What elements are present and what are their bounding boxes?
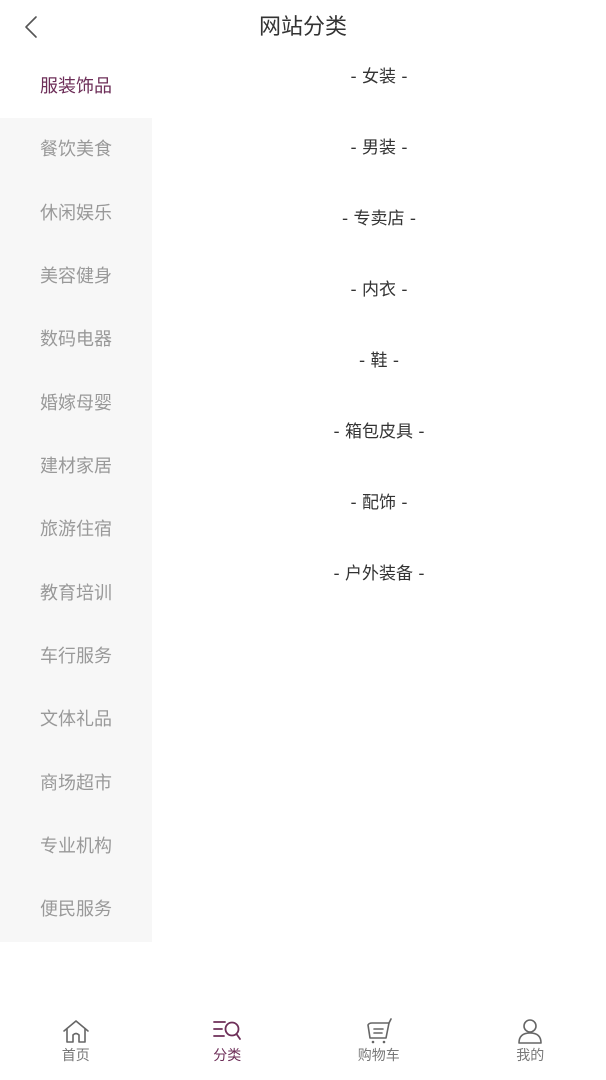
- tab-profile[interactable]: 我的: [455, 1004, 606, 1080]
- bottom-tab-bar: 首页 分类 购物车 我的: [0, 1004, 606, 1080]
- tab-cart-label: 购物车: [357, 1048, 400, 1064]
- sidebar-item-services[interactable]: 便民服务: [0, 878, 152, 941]
- subcategory-item-brand-store[interactable]: - 专卖店 -: [152, 197, 606, 268]
- sidebar-item-beauty[interactable]: 美容健身: [0, 245, 152, 308]
- subcategory-item-bags[interactable]: - 箱包皮具 -: [152, 410, 606, 481]
- tab-category-label: 分类: [213, 1048, 242, 1064]
- sidebar-item-mall[interactable]: 商场超市: [0, 752, 152, 815]
- sidebar-item-wedding[interactable]: 婚嫁母婴: [0, 372, 152, 435]
- sidebar-item-dining[interactable]: 餐饮美食: [0, 118, 152, 181]
- sidebar-item-digital[interactable]: 数码电器: [0, 308, 152, 371]
- subcategory-item-shoes[interactable]: - 鞋 -: [152, 339, 606, 410]
- sidebar-item-professional[interactable]: 专业机构: [0, 815, 152, 878]
- sidebar-item-education[interactable]: 教育培训: [0, 562, 152, 625]
- back-button[interactable]: [14, 10, 48, 44]
- cart-icon: [364, 1018, 394, 1044]
- sidebar-item-clothing[interactable]: 服装饰品: [0, 55, 152, 119]
- subcategory-item-underwear[interactable]: - 内衣 -: [152, 268, 606, 339]
- category-sidebar: 服装饰品 餐饮美食 休闲娱乐 美容健身 数码电器 婚嫁母婴 建材家居 旅游住宿 …: [0, 55, 152, 942]
- sidebar-item-home[interactable]: 建材家居: [0, 435, 152, 498]
- tab-cart[interactable]: 购物车: [303, 1004, 455, 1080]
- tab-home[interactable]: 首页: [0, 1004, 152, 1080]
- category-search-icon: [212, 1018, 242, 1044]
- subcategory-item-women[interactable]: - 女装 -: [152, 55, 606, 126]
- subcategory-item-men[interactable]: - 男装 -: [152, 126, 606, 197]
- subcategory-list: - 女装 - - 男装 - - 专卖店 - - 内衣 - - 鞋 - - 箱包皮…: [152, 55, 606, 623]
- home-icon: [61, 1018, 91, 1044]
- sidebar-item-gifts[interactable]: 文体礼品: [0, 688, 152, 751]
- user-icon: [515, 1018, 545, 1044]
- subcategory-item-accessories[interactable]: - 配饰 -: [152, 481, 606, 552]
- sidebar-item-leisure[interactable]: 休闲娱乐: [0, 182, 152, 245]
- sidebar-item-auto[interactable]: 车行服务: [0, 625, 152, 688]
- tab-category[interactable]: 分类: [152, 1004, 304, 1080]
- header: 网站分类: [0, 0, 606, 55]
- tab-home-label: 首页: [61, 1048, 90, 1064]
- subcategory-item-outdoor[interactable]: - 户外装备 -: [152, 552, 606, 623]
- page-title: 网站分类: [258, 15, 347, 40]
- chevron-left-icon: [25, 16, 37, 38]
- sidebar-item-travel[interactable]: 旅游住宿: [0, 498, 152, 561]
- tab-profile-label: 我的: [516, 1048, 545, 1064]
